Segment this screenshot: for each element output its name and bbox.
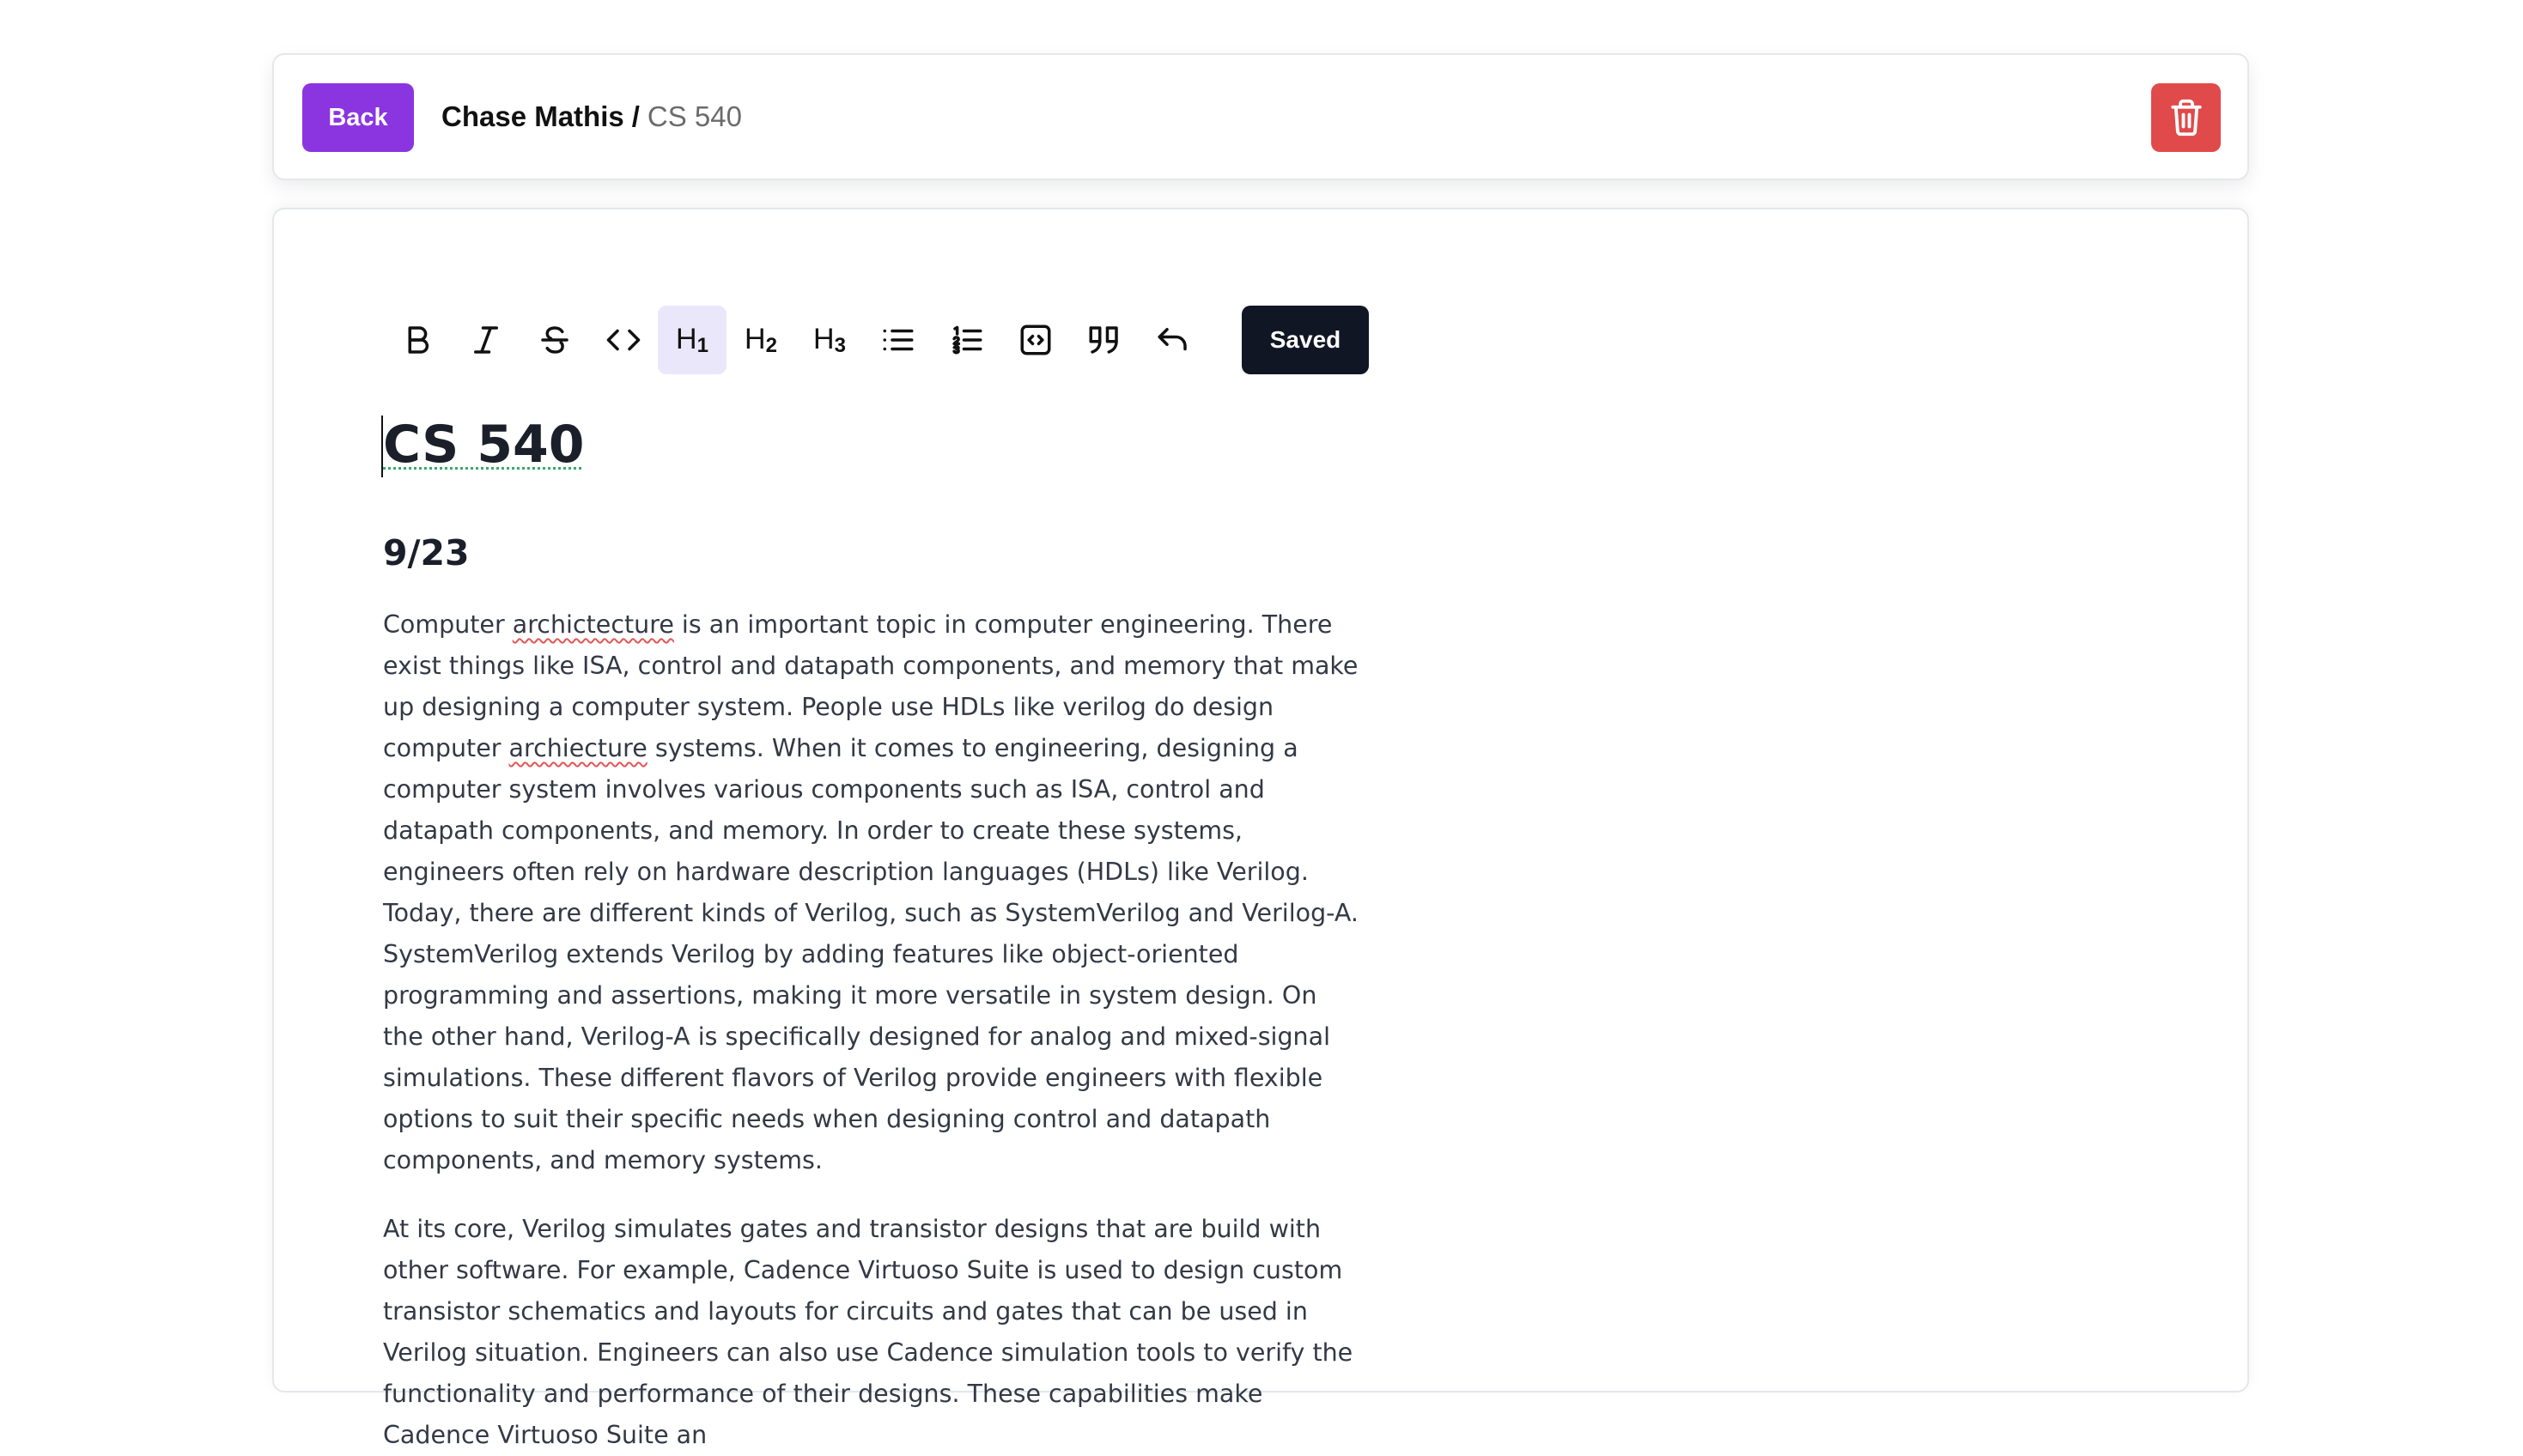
saved-button[interactable]: Saved	[1242, 306, 1369, 374]
heading-3-label: H3	[813, 322, 846, 357]
misspelled-word[interactable]: archictecture	[513, 610, 674, 639]
breadcrumb: Chase Mathis / CS 540	[441, 55, 742, 179]
bold-button[interactable]	[383, 306, 452, 374]
breadcrumb-user[interactable]: Chase Mathis	[441, 100, 624, 133]
misspelled-word[interactable]: archiecture	[509, 734, 647, 762]
document-title[interactable]: CS 540	[381, 403, 585, 486]
italic-icon	[474, 326, 498, 354]
bullet-list-icon	[883, 329, 914, 351]
document-body[interactable]: CS 540 9/23 Computer archictecture is an…	[381, 403, 1362, 1456]
ordered-list-icon	[952, 325, 982, 355]
strikethrough-button[interactable]	[520, 306, 589, 374]
code-icon	[606, 329, 641, 351]
header-bar: Back Chase Mathis / CS 540	[272, 53, 2249, 180]
ordered-list-button[interactable]	[933, 306, 1001, 374]
heading-2-button[interactable]: H2	[727, 306, 795, 374]
breadcrumb-note: CS 540	[647, 100, 742, 132]
delete-button[interactable]	[2151, 83, 2221, 152]
text-caret	[381, 416, 383, 477]
strikethrough-icon	[541, 326, 568, 354]
document-paragraph[interactable]: Computer archictecture is an important t…	[383, 604, 1362, 1181]
back-button[interactable]: Back	[302, 83, 414, 152]
code-block-icon	[1020, 325, 1051, 355]
undo-icon	[1158, 328, 1187, 351]
document-subheading[interactable]: 9/23	[383, 527, 1362, 579]
blockquote-button[interactable]	[1070, 306, 1139, 374]
heading-1-label: H1	[676, 322, 708, 357]
document-paragraph[interactable]: At its core, Verilog simulates gates and…	[383, 1209, 1362, 1456]
heading-2-label: H2	[745, 322, 777, 357]
editor-toolbar: H1 H2 H3 Saved	[383, 306, 1369, 374]
trash-icon	[2170, 99, 2202, 136]
heading-1-button[interactable]: H1	[658, 306, 727, 374]
bold-icon	[408, 326, 429, 354]
bullet-list-button[interactable]	[864, 306, 933, 374]
quote-icon	[1089, 326, 1118, 354]
undo-button[interactable]	[1139, 306, 1207, 374]
breadcrumb-separator: /	[631, 100, 640, 132]
code-button[interactable]	[589, 306, 658, 374]
code-block-button[interactable]	[1001, 306, 1070, 374]
heading-3-button[interactable]: H3	[795, 306, 864, 374]
italic-button[interactable]	[452, 306, 520, 374]
